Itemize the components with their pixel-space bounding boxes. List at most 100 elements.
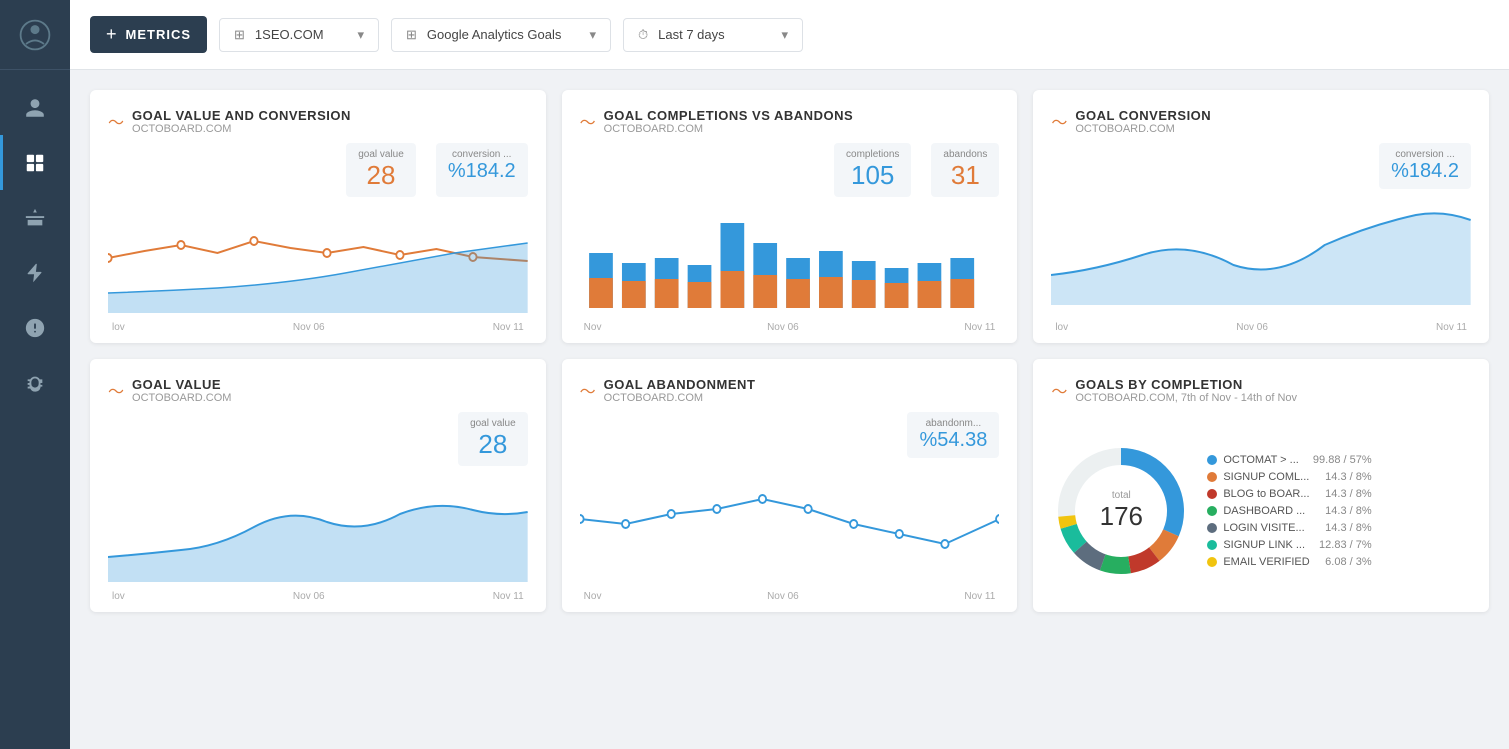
stat-completions: completions 105	[834, 143, 911, 197]
chevron-icon: ▾	[357, 27, 364, 43]
site-label: 1SEO.COM	[255, 27, 324, 42]
sidebar-item-bolt[interactable]	[0, 245, 70, 300]
legend-item: LOGIN VISITE... 14.3 / 8%	[1207, 522, 1371, 534]
card-subtitle: OCTOBOARD.COM	[132, 123, 351, 135]
card-title: GOAL CONVERSION	[1075, 108, 1211, 123]
stats-row: completions 105 abandons 31	[580, 143, 1000, 197]
card-title: GOALS BY COMPLETION	[1075, 377, 1297, 392]
stats-row: goal value 28	[108, 412, 528, 466]
trend-icon: 〜	[580, 378, 596, 402]
donut-section: total 176 OCTOMAT > ... 99.88 / 57% SIGN	[1051, 420, 1471, 602]
x-labels: lov Nov 06 Nov 11	[108, 591, 528, 602]
plus-icon: +	[106, 24, 118, 45]
legend-item: EMAIL VERIFIED 6.08 / 3%	[1207, 556, 1371, 568]
topnav: + METRICS ⊞ 1SEO.COM ▾ ⊞ Google Analytic…	[70, 0, 1509, 70]
trend-icon: 〜	[108, 109, 124, 133]
sidebar-item-info[interactable]	[0, 300, 70, 355]
x-labels: lov Nov 06 Nov 11	[108, 322, 528, 333]
legend-dot	[1207, 523, 1217, 533]
stat-conversion: conversion ... %184.2	[1379, 143, 1471, 189]
card-goal-value-conversion: 〜 GOAL VALUE AND CONVERSION OCTOBOARD.CO…	[90, 90, 546, 343]
card-subtitle: OCTOBOARD.COM, 7th of Nov - 14th of Nov	[1075, 392, 1297, 404]
sidebar-nav	[0, 70, 70, 410]
legend-dot	[1207, 540, 1217, 550]
trend-icon: 〜	[1051, 109, 1067, 133]
period-label: Last 7 days	[658, 27, 725, 42]
period-dropdown[interactable]: ⏱ Last 7 days ▾	[623, 18, 803, 52]
card-subtitle: OCTOBOARD.COM	[1075, 123, 1211, 135]
x-labels: lov Nov 06 Nov 11	[1051, 322, 1471, 333]
card-header: 〜 GOAL CONVERSION OCTOBOARD.COM	[1051, 108, 1471, 141]
card-title: GOAL VALUE	[132, 377, 231, 392]
dashboard: 〜 GOAL VALUE AND CONVERSION OCTOBOARD.CO…	[70, 70, 1509, 749]
card-header: 〜 GOAL ABANDONMENT OCTOBOARD.COM	[580, 377, 1000, 410]
legend-label: BLOG to BOAR...	[1223, 488, 1309, 500]
legend-value: 12.83 / 7%	[1311, 539, 1372, 551]
donut-label: total 176	[1100, 490, 1143, 532]
card-goal-abandonment: 〜 GOAL ABANDONMENT OCTOBOARD.COM abandon…	[562, 359, 1018, 612]
sidebar-item-dashboard[interactable]	[0, 135, 70, 190]
legend-dot	[1207, 557, 1217, 567]
stat-abandons: abandons 31	[931, 143, 999, 197]
chart-area	[580, 203, 1000, 318]
total-number: 176	[1100, 501, 1143, 532]
stat-abandonment: abandonm... %54.38	[907, 412, 999, 458]
grid-icon: ⊞	[406, 27, 417, 43]
legend-value: 99.88 / 57%	[1305, 454, 1372, 466]
sidebar	[0, 0, 70, 749]
legend-item: SIGNUP COML... 14.3 / 8%	[1207, 471, 1371, 483]
card-goal-conversion: 〜 GOAL CONVERSION OCTOBOARD.COM conversi…	[1033, 90, 1489, 343]
legend-dot	[1207, 506, 1217, 516]
stat-goal-value: goal value 28	[458, 412, 528, 466]
legend-label: SIGNUP LINK ...	[1223, 539, 1305, 551]
legend-label: LOGIN VISITE...	[1223, 522, 1304, 534]
legend-item: DASHBOARD ... 14.3 / 8%	[1207, 505, 1371, 517]
chart-area	[580, 464, 1000, 587]
card-goal-completions: 〜 GOAL COMPLETIONS VS ABANDONS OCTOBOARD…	[562, 90, 1018, 343]
legend-value: 14.3 / 8%	[1317, 471, 1371, 483]
stat-goal-value: goal value 28	[346, 143, 416, 197]
add-metrics-button[interactable]: + METRICS	[90, 16, 207, 53]
chart-area	[108, 472, 528, 587]
card-header: 〜 GOAL VALUE AND CONVERSION OCTOBOARD.CO…	[108, 108, 528, 141]
cards-grid: 〜 GOAL VALUE AND CONVERSION OCTOBOARD.CO…	[90, 90, 1489, 612]
sidebar-item-user[interactable]	[0, 80, 70, 135]
legend-value: 14.3 / 8%	[1317, 488, 1371, 500]
chevron-icon3: ▾	[781, 27, 788, 43]
legend-label: DASHBOARD ...	[1223, 505, 1305, 517]
legend-dot	[1207, 455, 1217, 465]
card-subtitle: OCTOBOARD.COM	[604, 392, 756, 404]
legend-item: OCTOMAT > ... 99.88 / 57%	[1207, 454, 1371, 466]
chart-area	[1051, 195, 1471, 318]
report-dropdown[interactable]: ⊞ Google Analytics Goals ▾	[391, 18, 611, 52]
donut-chart: total 176	[1051, 441, 1191, 581]
x-labels: Nov Nov 06 Nov 11	[580, 322, 1000, 333]
report-label: Google Analytics Goals	[427, 27, 561, 42]
chart-area	[108, 203, 528, 318]
chevron-icon2: ▾	[589, 27, 596, 43]
card-subtitle: OCTOBOARD.COM	[604, 123, 853, 135]
card-subtitle: OCTOBOARD.COM	[132, 392, 231, 404]
card-title: GOAL VALUE AND CONVERSION	[132, 108, 351, 123]
card-goal-value: 〜 GOAL VALUE OCTOBOARD.COM goal value 28	[90, 359, 546, 612]
card-header: 〜 GOAL COMPLETIONS VS ABANDONS OCTOBOARD…	[580, 108, 1000, 141]
card-title: GOAL COMPLETIONS VS ABANDONS	[604, 108, 853, 123]
legend-dot	[1207, 472, 1217, 482]
card-header: 〜 GOALS BY COMPLETION OCTOBOARD.COM, 7th…	[1051, 377, 1471, 410]
card-header: 〜 GOAL VALUE OCTOBOARD.COM	[108, 377, 528, 410]
trend-icon: 〜	[1051, 378, 1067, 402]
site-dropdown[interactable]: ⊞ 1SEO.COM ▾	[219, 18, 379, 52]
bank-icon: ⊞	[234, 27, 245, 43]
clock-icon: ⏱	[638, 27, 648, 43]
trend-icon: 〜	[580, 109, 596, 133]
x-labels: Nov Nov 06 Nov 11	[580, 591, 1000, 602]
sidebar-item-bank[interactable]	[0, 190, 70, 245]
card-title: GOAL ABANDONMENT	[604, 377, 756, 392]
legend-value: 14.3 / 8%	[1317, 522, 1371, 534]
sidebar-item-bug[interactable]	[0, 355, 70, 410]
legend-label: EMAIL VERIFIED	[1223, 556, 1309, 568]
legend-value: 14.3 / 8%	[1317, 505, 1371, 517]
stats-row: conversion ... %184.2	[1051, 143, 1471, 189]
stats-row: abandonm... %54.38	[580, 412, 1000, 458]
legend-label: OCTOMAT > ...	[1223, 454, 1299, 466]
